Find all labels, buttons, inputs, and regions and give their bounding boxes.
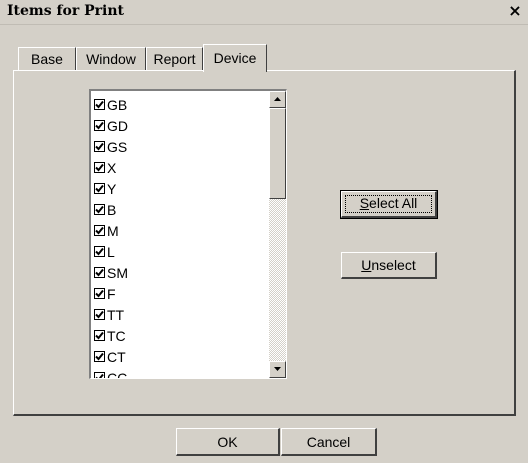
checklist-item[interactable]: TT xyxy=(94,304,128,325)
checklist-item-label: CC xyxy=(107,369,128,379)
check-icon xyxy=(95,121,104,130)
checklist-item-label: GS xyxy=(107,138,128,155)
cancel-label: Cancel xyxy=(306,434,351,450)
arrow-up-icon xyxy=(274,97,281,101)
close-icon[interactable]: × xyxy=(506,2,524,20)
checklist-item-label: M xyxy=(107,222,119,239)
checklist-item-label: SM xyxy=(107,264,128,281)
check-icon xyxy=(95,205,104,214)
check-icon xyxy=(95,184,104,193)
tab-label: Window xyxy=(86,51,136,67)
check-icon xyxy=(95,226,104,235)
checklist-item[interactable]: X xyxy=(94,157,128,178)
checklist-item[interactable]: M xyxy=(94,220,128,241)
scroll-down-button[interactable] xyxy=(269,361,286,378)
check-icon xyxy=(95,289,104,298)
check-icon xyxy=(95,373,104,378)
checkbox[interactable] xyxy=(94,99,105,110)
checklist-item[interactable]: CC xyxy=(94,367,128,379)
title-bar: Items for Print × xyxy=(0,0,528,25)
checklist-item-label: F xyxy=(107,285,116,302)
arrow-down-icon xyxy=(274,367,281,371)
checklist-item-label: GB xyxy=(107,96,128,113)
tab-label: Report xyxy=(153,51,196,67)
tab-label: Device xyxy=(213,50,257,66)
check-icon xyxy=(95,100,104,109)
checklist-item[interactable]: GS xyxy=(94,136,128,157)
focus-ring xyxy=(345,195,432,213)
check-icon xyxy=(95,163,104,172)
checkbox[interactable] xyxy=(94,267,105,278)
checklist-item[interactable]: GD xyxy=(94,115,128,136)
check-icon xyxy=(95,142,104,151)
items-checklist[interactable]: GB GD GS X Y B M L SM F TT TC CT CC xyxy=(89,89,287,379)
checkbox[interactable] xyxy=(94,246,105,257)
checklist-item-label: L xyxy=(107,243,115,260)
checkbox[interactable] xyxy=(94,204,105,215)
checklist-item-label: TT xyxy=(107,306,125,323)
checklist-item[interactable]: GB xyxy=(94,94,128,115)
checklist-item-label: GD xyxy=(107,117,128,134)
vertical-scrollbar[interactable] xyxy=(269,91,286,378)
checkbox[interactable] xyxy=(94,183,105,194)
tab-device[interactable]: Device xyxy=(203,44,267,72)
checkbox[interactable] xyxy=(94,120,105,131)
scroll-thumb[interactable] xyxy=(269,108,286,199)
checklist-item-label: B xyxy=(107,201,117,218)
checkbox[interactable] xyxy=(94,162,105,173)
checkbox[interactable] xyxy=(94,309,105,320)
checklist-item[interactable]: SM xyxy=(94,262,128,283)
checklist-item-label: Y xyxy=(107,180,117,197)
ok-button[interactable]: OK xyxy=(176,428,280,456)
checklist-item[interactable]: F xyxy=(94,283,128,304)
check-icon xyxy=(95,331,104,340)
tab-label: Base xyxy=(31,51,63,67)
tab-base[interactable]: Base xyxy=(18,47,76,70)
checklist-item[interactable]: CT xyxy=(94,346,128,367)
scroll-up-button[interactable] xyxy=(269,91,286,108)
check-icon xyxy=(95,247,104,256)
unselect-mnemonic: U xyxy=(361,257,372,273)
check-icon xyxy=(95,310,104,319)
check-icon xyxy=(95,268,104,277)
checklist-item[interactable]: B xyxy=(94,199,128,220)
checkbox[interactable] xyxy=(94,141,105,152)
checkbox[interactable] xyxy=(94,372,105,378)
checkbox[interactable] xyxy=(94,288,105,299)
checklist-item[interactable]: Y xyxy=(94,178,128,199)
checkbox[interactable] xyxy=(94,351,105,362)
tab-report[interactable]: Report xyxy=(146,47,203,70)
cancel-button[interactable]: Cancel xyxy=(281,428,377,456)
checkbox[interactable] xyxy=(94,330,105,341)
checklist-item-label: X xyxy=(107,159,117,176)
window-title: Items for Print xyxy=(7,3,124,19)
checkbox[interactable] xyxy=(94,225,105,236)
checklist-items: GB GD GS X Y B M L SM F TT TC CT CC xyxy=(94,94,128,379)
checklist-item[interactable]: L xyxy=(94,241,128,262)
checklist-item-label: TC xyxy=(107,327,126,344)
checklist-item-label: CT xyxy=(107,348,126,365)
ok-label: OK xyxy=(217,434,238,450)
check-icon xyxy=(95,352,104,361)
tab-window[interactable]: Window xyxy=(76,47,146,70)
checklist-item[interactable]: TC xyxy=(94,325,128,346)
unselect-label: nselect xyxy=(371,257,416,273)
unselect-button[interactable]: Unselect xyxy=(341,252,437,279)
select-all-button[interactable]: Select All xyxy=(340,190,438,219)
